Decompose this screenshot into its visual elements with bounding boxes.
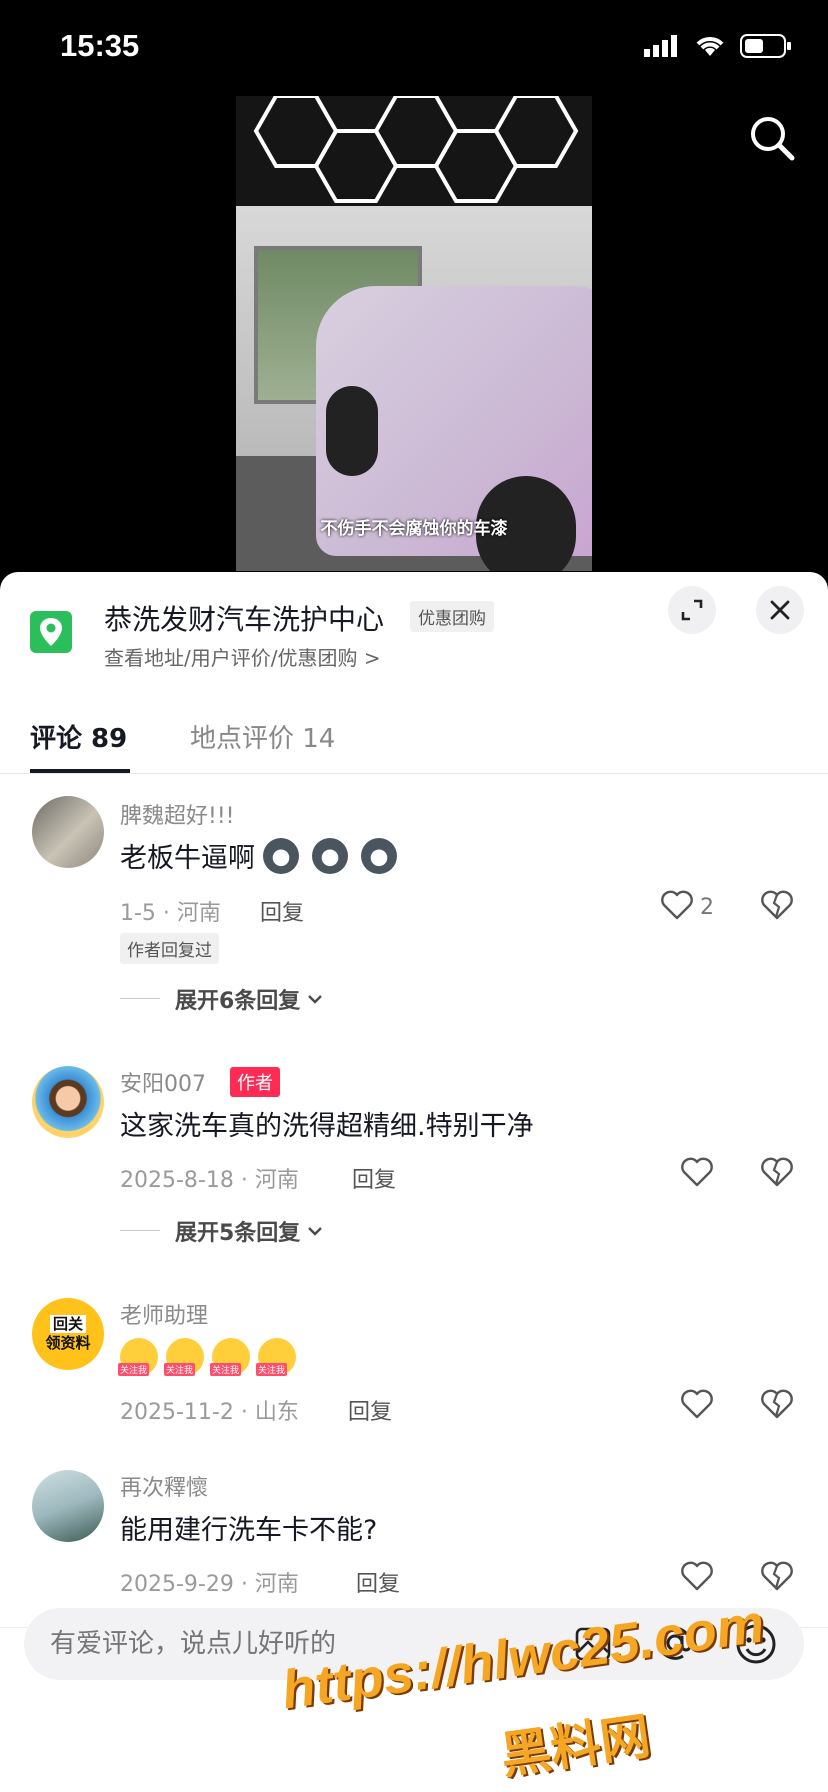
heart-icon — [681, 1561, 713, 1591]
follow-me-emoji-icon: 关注我 — [164, 1338, 204, 1376]
expand-divider — [120, 998, 160, 999]
follow-me-emoji-icon: 关注我 — [118, 1338, 158, 1376]
comment-text: 这家洗车真的洗得超精细.特别干净 — [120, 1111, 534, 1142]
husky-emoji-icon — [263, 837, 299, 874]
comment-emoji-row: 关注我 关注我 关注我 关注我 — [118, 1338, 296, 1376]
dislike-button[interactable] — [760, 1388, 794, 1424]
wifi-icon — [696, 37, 724, 56]
video-ceiling — [236, 96, 592, 206]
broken-heart-icon — [761, 890, 793, 920]
husky-emoji-icon — [312, 837, 349, 874]
broken-heart-icon — [761, 1561, 793, 1591]
like-button[interactable] — [680, 1156, 714, 1192]
comment-username[interactable]: 老师助理 — [120, 1298, 208, 1330]
close-icon — [770, 600, 790, 620]
expand-replies-label: 展开5条回复 — [175, 1221, 301, 1246]
comment-date-location: 2025-9-29 · 河南 — [120, 1572, 299, 1597]
avatar[interactable] — [32, 796, 104, 868]
author-badge: 作者 — [230, 1067, 280, 1097]
follow-me-emoji-icon: 关注我 — [256, 1338, 296, 1376]
chevron-down-icon — [308, 1227, 323, 1236]
expand-replies-button[interactable]: 展开6条回复 — [175, 983, 324, 1015]
avatar[interactable] — [32, 1470, 104, 1542]
poi-detail-link[interactable]: 查看地址/用户评价/优惠团购 > — [104, 642, 381, 671]
reply-button[interactable]: 回复 — [260, 895, 304, 927]
broken-heart-icon — [761, 1389, 793, 1419]
avatar-text: 回关 — [49, 1315, 86, 1333]
comment-date-location: 1-5 · 河南 — [120, 901, 221, 926]
heart-icon — [681, 1157, 713, 1187]
signal-icon — [644, 35, 677, 57]
like-button[interactable] — [680, 1560, 714, 1596]
comment-text: 老板牛逼啊 — [120, 836, 405, 875]
close-button[interactable] — [756, 586, 804, 634]
comment-username[interactable]: 脾魏超好!!! — [120, 798, 234, 830]
heart-icon — [661, 890, 693, 920]
search-icon — [751, 117, 795, 161]
comment-date-location: 2025-8-18 · 河南 — [120, 1168, 299, 1193]
like-button[interactable] — [680, 1388, 714, 1424]
dislike-button[interactable] — [760, 1560, 794, 1596]
battery-icon — [740, 34, 791, 58]
tab-place-reviews[interactable]: 地点评价 14 — [190, 718, 335, 755]
avatar[interactable] — [32, 1066, 104, 1138]
like-count: 2 — [700, 895, 714, 920]
like-button[interactable] — [660, 889, 694, 925]
dislike-button[interactable] — [760, 1156, 794, 1192]
reply-button[interactable]: 回复 — [356, 1566, 400, 1598]
video-wheel — [326, 386, 378, 476]
comment-username[interactable]: 安阳007 — [120, 1066, 206, 1098]
follow-me-emoji-icon: 关注我 — [210, 1338, 250, 1376]
tab-comments[interactable]: 评论 89 — [30, 718, 127, 755]
avatar-text: 领资料 — [45, 1334, 91, 1352]
expand-replies-label: 展开6条回复 — [175, 989, 301, 1014]
comment-text-content: 老板牛逼啊 — [120, 843, 255, 874]
video-subtitle: 不伤手不会腐蚀你的车漆 — [320, 519, 508, 539]
reply-button[interactable]: 回复 — [348, 1394, 392, 1426]
comment-text: 能用建行洗车卡不能? — [120, 1515, 378, 1546]
tabs-divider — [0, 773, 828, 774]
husky-emoji-icon — [361, 837, 398, 874]
search-button[interactable] — [746, 112, 798, 164]
video-player[interactable]: 不伤手不会腐蚀你的车漆 — [236, 96, 592, 571]
comment-date-location: 2025-11-2 · 山东 — [120, 1400, 299, 1425]
dislike-button[interactable] — [760, 889, 794, 925]
avatar[interactable]: 回关 领资料 — [32, 1298, 104, 1370]
broken-heart-icon — [761, 1157, 793, 1187]
expand-replies-button[interactable]: 展开5条回复 — [175, 1215, 324, 1247]
expand-icon — [681, 599, 703, 621]
poi-deal-badge: 优惠团购 — [410, 601, 494, 632]
status-icons — [644, 34, 792, 58]
reply-button[interactable]: 回复 — [352, 1162, 396, 1194]
comment-username[interactable]: 再次釋懷 — [120, 1470, 208, 1502]
chevron-down-icon — [308, 995, 323, 1004]
poi-title[interactable]: 恭洗发财汽车洗护中心 — [104, 598, 384, 638]
heart-icon — [681, 1389, 713, 1419]
location-pin-icon — [30, 611, 72, 653]
status-time: 15:35 — [60, 28, 140, 63]
author-replied-tag: 作者回复过 — [120, 933, 219, 964]
expand-divider — [120, 1230, 160, 1231]
expand-button[interactable] — [668, 586, 716, 634]
